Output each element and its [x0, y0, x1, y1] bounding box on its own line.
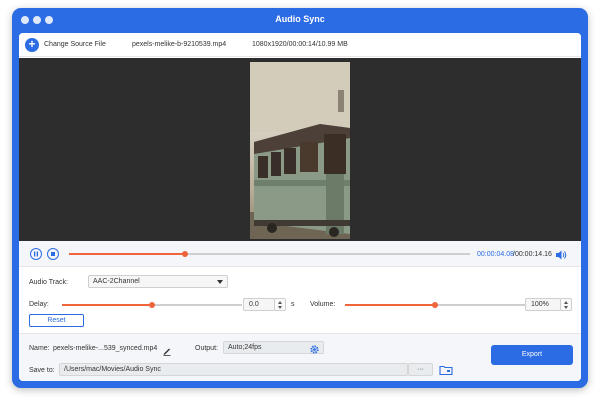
save-path-field[interactable]: /Users/mac/Movies/Audio Sync — [59, 363, 408, 376]
source-file-info: 1080x1920/00:00:14/10.99 MB — [252, 41, 348, 48]
progress-fill — [69, 253, 185, 255]
save-path-value: /Users/mac/Movies/Audio Sync — [64, 366, 161, 373]
reset-button[interactable]: Reset — [29, 314, 84, 327]
output-format-value: Auto;24fps — [228, 344, 262, 351]
window-title: Audio Sync — [275, 14, 325, 24]
audio-track-label: Audio Track: — [29, 279, 68, 286]
volume-stepper[interactable] — [560, 298, 572, 311]
delay-input[interactable]: 0.0 — [243, 298, 275, 311]
audio-settings-panel: Audio Track: AAC-2Channel Delay: 0.0 s V… — [19, 267, 581, 333]
delay-label: Delay: — [29, 301, 49, 308]
edit-icon[interactable] — [162, 343, 172, 356]
playback-controls: 00:00:04.08 /00:00:14.16 — [19, 241, 581, 267]
chevron-down-icon — [217, 280, 223, 284]
total-time: /00:00:14.16 — [513, 251, 552, 258]
title-bar: Audio Sync — [12, 8, 588, 33]
output-name: pexels-melike-...539_synced.mp4 — [53, 345, 158, 352]
change-source-file-button[interactable]: Change Source File — [44, 41, 106, 48]
folder-icon[interactable] — [439, 363, 453, 376]
volume-input[interactable]: 100% — [525, 298, 561, 311]
volume-slider-fill — [345, 304, 435, 306]
delay-stepper[interactable] — [274, 298, 286, 311]
delay-slider-fill — [62, 304, 152, 306]
progress-knob[interactable] — [182, 251, 188, 257]
volume-label: Volume: — [310, 301, 336, 308]
tram-image — [250, 62, 350, 239]
plus-icon[interactable]: + — [25, 38, 39, 52]
volume-slider-knob[interactable] — [432, 302, 438, 308]
gear-icon[interactable] — [309, 342, 320, 354]
video-frame — [250, 62, 350, 239]
audio-track-value: AAC-2Channel — [93, 278, 140, 285]
output-label: Output: — [195, 345, 218, 352]
main-panel: + Change Source File pexels-melike-b-921… — [19, 33, 581, 381]
browse-button[interactable]: ··· — [408, 363, 433, 376]
export-button[interactable]: Export — [491, 345, 573, 365]
save-to-label: Save to: — [29, 367, 55, 374]
delay-unit: s — [291, 301, 295, 308]
source-file-bar: + Change Source File pexels-melike-b-921… — [19, 33, 581, 57]
output-bar: Name: pexels-melike-...539_synced.mp4 Ou… — [19, 333, 581, 381]
pause-icon[interactable] — [30, 248, 42, 260]
name-label: Name: — [29, 345, 50, 352]
video-preview — [19, 58, 581, 241]
source-file-name: pexels-melike-b-9210539.mp4 — [132, 41, 227, 48]
speaker-icon[interactable] — [555, 248, 567, 260]
stop-icon[interactable] — [47, 248, 59, 260]
audio-track-select[interactable]: AAC-2Channel — [88, 275, 228, 288]
audio-sync-window: Audio Sync + Change Source File pexels-m… — [12, 8, 588, 388]
current-time: 00:00:04.08 — [477, 251, 514, 258]
delay-slider-knob[interactable] — [149, 302, 155, 308]
